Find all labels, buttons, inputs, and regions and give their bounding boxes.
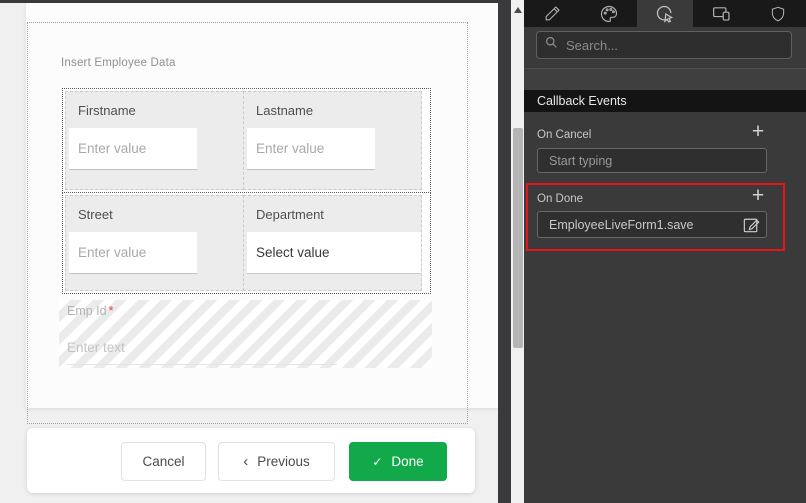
search-icon [545, 36, 566, 54]
required-asterisk: * [109, 304, 114, 318]
check-icon: ✓ [372, 456, 382, 468]
shield-icon [769, 5, 787, 23]
cancel-button[interactable]: Cancel [121, 442, 206, 481]
section-title: Callback Events [537, 94, 627, 108]
edit-action-button[interactable] [741, 214, 762, 235]
field-label: Street [78, 207, 243, 222]
panel-tabbar [524, 0, 806, 27]
search-box[interactable] [536, 31, 792, 59]
properties-panel: Callback Events On Cancel + On Done + [524, 0, 806, 503]
chevron-left-icon: ‹ [243, 454, 248, 469]
form-row-2: Street Department Select value [62, 192, 431, 294]
tab-devices[interactable] [693, 0, 749, 27]
department-select[interactable]: Select value [247, 232, 421, 274]
palette-icon [599, 4, 619, 24]
tab-design[interactable] [524, 0, 580, 27]
tab-style[interactable] [580, 0, 636, 27]
field-department[interactable]: Department Select value [243, 195, 422, 291]
edit-icon [741, 222, 762, 239]
field-label: Firstname [78, 103, 243, 118]
canvas-scrollbar[interactable] [511, 0, 524, 503]
on-cancel-input[interactable] [537, 148, 767, 173]
lastname-input[interactable] [247, 128, 375, 170]
search-input[interactable] [566, 38, 783, 53]
field-label: Department [256, 207, 421, 222]
previous-button[interactable]: ‹ Previous [218, 442, 335, 481]
field-street[interactable]: Street [65, 195, 244, 291]
panel-gutter [498, 0, 511, 503]
form-row-1: Firstname Lastname [62, 88, 431, 193]
field-label: Lastname [256, 103, 421, 118]
scrollbar-thumb[interactable] [513, 128, 523, 348]
done-button[interactable]: ✓ Done [349, 442, 447, 481]
emp-id-underline [67, 364, 337, 365]
form-field-grid: Firstname Lastname Street Department Sel… [62, 88, 431, 294]
form-footer: Cancel ‹ Previous ✓ Done [27, 428, 475, 493]
emp-id-label: Emp Id* [67, 304, 113, 318]
form-title: Insert Employee Data [61, 57, 176, 69]
devices-icon [711, 3, 732, 24]
field-lastname[interactable]: Lastname [243, 91, 422, 190]
on-cancel-label: On Cancel [537, 129, 591, 141]
street-input[interactable] [69, 232, 197, 274]
field-emp-id-disabled: Emp Id* Enter text [59, 300, 432, 368]
cancel-label: Cancel [142, 454, 184, 469]
add-on-done-button[interactable]: + [746, 186, 770, 206]
emp-id-placeholder: Enter text [67, 340, 125, 355]
field-firstname[interactable]: Firstname [65, 91, 244, 190]
panel-substrip [524, 69, 806, 90]
on-done-input[interactable] [537, 211, 767, 238]
firstname-input[interactable] [69, 128, 197, 170]
tab-security[interactable] [750, 0, 806, 27]
scroll-up-icon[interactable] [514, 7, 522, 13]
tab-interactions[interactable] [637, 0, 693, 27]
on-done-label: On Done [537, 193, 583, 205]
interaction-icon [655, 4, 675, 24]
add-on-cancel-button[interactable]: + [746, 122, 770, 142]
section-header-callback-events: Callback Events [524, 90, 806, 112]
pen-icon [543, 4, 562, 23]
previous-label: Previous [257, 454, 310, 469]
done-label: Done [391, 454, 423, 469]
